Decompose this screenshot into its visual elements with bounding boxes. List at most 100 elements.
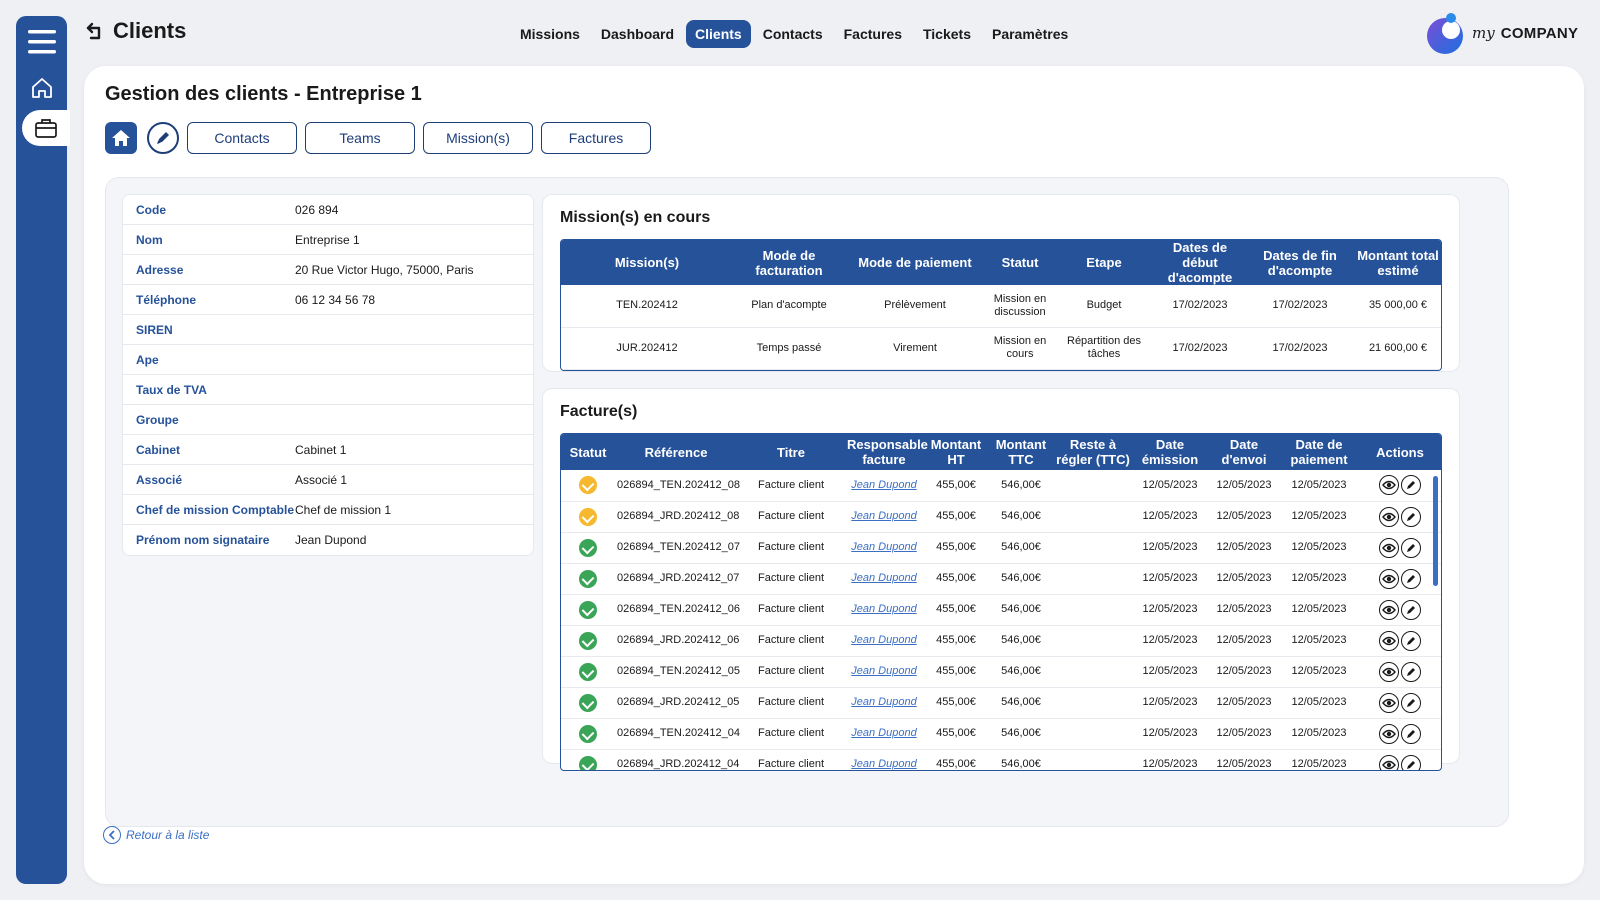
invoice-responsible-link[interactable]: Jean Dupond <box>845 563 923 595</box>
mission-col-header[interactable]: Mode de facturation <box>733 240 845 285</box>
invoice-row[interactable]: 026894_JRD.202412_08 Facture client Jean D… <box>561 501 1441 533</box>
invoice-responsible-link[interactable]: Jean Dupond <box>845 501 923 533</box>
invoice-row[interactable]: 026894_TEN.202412_08 Facture client Jean D… <box>561 470 1441 502</box>
info-value: 026 894 <box>295 202 339 217</box>
home-icon[interactable] <box>16 68 67 108</box>
pencil-icon[interactable] <box>1401 506 1421 527</box>
contacts-button[interactable]: Contacts <box>187 122 297 154</box>
invoice-row[interactable]: 026894_TEN.202412_06 Facture client Jean D… <box>561 594 1441 626</box>
home-button[interactable] <box>105 122 137 154</box>
pencil-icon[interactable] <box>1401 630 1421 651</box>
mission-col-header[interactable]: Montant total estimé <box>1353 240 1441 285</box>
invoice-responsible-link[interactable]: Jean Dupond <box>845 625 923 657</box>
invoice-responsible-link[interactable]: Jean Dupond <box>845 470 923 502</box>
mission-col-header[interactable]: Dates de début d'acompte <box>1153 240 1247 285</box>
invoice-responsible-link[interactable]: Jean Dupond <box>845 594 923 626</box>
eye-icon[interactable] <box>1379 599 1399 620</box>
invoice-row[interactable]: 026894_JRD.202412_07 Facture client Jean D… <box>561 563 1441 595</box>
scrollbar-thumb[interactable] <box>1433 476 1438 586</box>
nav-item-contacts[interactable]: Contacts <box>754 20 832 48</box>
nav-item-missions[interactable]: Missions <box>511 20 589 48</box>
eye-icon[interactable] <box>1379 692 1399 713</box>
briefcase-icon[interactable] <box>22 110 70 146</box>
invoice-col-header[interactable]: Montant TTC <box>989 434 1053 470</box>
invoice-responsible-link[interactable]: Jean Dupond <box>845 656 923 688</box>
invoice-responsible-link[interactable]: Jean Dupond <box>845 749 923 770</box>
nav-item-factures[interactable]: Factures <box>835 20 911 48</box>
invoice-col-header[interactable]: Date de paiement <box>1281 434 1357 470</box>
invoice-amount-ht: 455,00€ <box>923 656 989 688</box>
invoice-status-cell <box>561 656 615 688</box>
invoice-col-header[interactable]: Date d'envoi <box>1207 434 1281 470</box>
nav-item-clients[interactable]: Clients <box>686 20 751 48</box>
hamburger-menu-icon[interactable] <box>16 22 67 62</box>
invoice-actions <box>1357 470 1441 502</box>
invoice-col-header[interactable]: Montant HT <box>923 434 989 470</box>
back-to-list-link[interactable]: Retour à la liste <box>103 826 209 844</box>
eye-icon[interactable] <box>1379 568 1399 589</box>
pencil-icon[interactable] <box>1401 537 1421 558</box>
mission-cell: Budget <box>1055 285 1153 328</box>
mission-row[interactable]: TEN.202412 Plan d'acompte Prélèvement Missi… <box>561 285 1441 328</box>
invoice-responsible-link[interactable]: Jean Dupond <box>845 718 923 750</box>
teams-button[interactable]: Teams <box>305 122 415 154</box>
pencil-icon[interactable] <box>1401 754 1421 770</box>
eye-icon[interactable] <box>1379 754 1399 770</box>
pencil-icon[interactable] <box>1401 599 1421 620</box>
invoice-row[interactable]: 026894_TEN.202412_07 Facture client Jean D… <box>561 532 1441 564</box>
invoice-status-cell <box>561 687 615 719</box>
info-label: Téléphone <box>136 292 197 307</box>
invoice-row[interactable]: 026894_TEN.202412_04 Facture client Jean D… <box>561 718 1441 750</box>
invoice-status-cell <box>561 594 615 626</box>
mission-col-header[interactable]: Dates de fin d'acompte <box>1247 240 1353 285</box>
nav-item-tickets[interactable]: Tickets <box>914 20 980 48</box>
mission-row[interactable]: JUR.202412 Temps passé Virement Mission en … <box>561 327 1441 370</box>
eye-icon[interactable] <box>1379 537 1399 558</box>
top-nav: Missions Dashboard Clients Contacts Factures… <box>511 20 1080 48</box>
eye-icon[interactable] <box>1379 723 1399 744</box>
invoice-remaining <box>1053 625 1133 657</box>
info-value: Cabinet 1 <box>295 442 347 457</box>
invoice-row[interactable]: 026894_JRD.202412_04 Facture client Jean D… <box>561 749 1441 770</box>
eye-icon[interactable] <box>1379 475 1399 496</box>
invoice-row[interactable]: 026894_JRD.202412_06 Facture client Jean D… <box>561 625 1441 657</box>
pencil-icon[interactable] <box>1401 723 1421 744</box>
missions-button[interactable]: Mission(s) <box>423 122 533 154</box>
back-arrow-icon[interactable] <box>85 22 103 40</box>
invoice-col-header[interactable]: Statut <box>561 434 615 470</box>
pencil-icon[interactable] <box>1401 568 1421 589</box>
eye-icon[interactable] <box>1379 506 1399 527</box>
mission-col-header[interactable]: Statut <box>985 240 1055 285</box>
mission-col-header[interactable]: Etape <box>1055 240 1153 285</box>
mission-col-header[interactable]: Mission(s) <box>561 240 733 285</box>
invoice-col-header[interactable]: Reste à régler (TTC) <box>1053 434 1133 470</box>
eye-icon[interactable] <box>1379 661 1399 682</box>
info-value: 06 12 34 56 78 <box>295 292 376 307</box>
mission-col-header[interactable]: Mode de paiement <box>845 240 985 285</box>
invoice-responsible-link[interactable]: Jean Dupond <box>845 687 923 719</box>
nav-item-param-tres[interactable]: Paramètres <box>983 20 1077 48</box>
edit-button[interactable] <box>147 122 179 154</box>
invoice-date-emission: 12/05/2023 <box>1133 563 1207 595</box>
invoice-row[interactable]: 026894_TEN.202412_05 Facture client Jean D… <box>561 656 1441 688</box>
pencil-icon[interactable] <box>1401 661 1421 682</box>
info-row: Cabinet Cabinet 1 <box>123 435 533 465</box>
invoices-scroll-area[interactable]: 026894_TEN.202412_08 Facture client Jean D… <box>561 470 1441 770</box>
invoice-col-header[interactable]: Date émission <box>1133 434 1207 470</box>
factures-button[interactable]: Factures <box>541 122 651 154</box>
invoice-col-header[interactable]: Actions <box>1357 434 1441 470</box>
invoice-col-header[interactable]: Responsable facture <box>845 434 928 470</box>
invoice-responsible-link[interactable]: Jean Dupond <box>845 532 923 564</box>
invoice-col-header[interactable]: Titre <box>737 434 845 470</box>
invoice-title: Facture client <box>737 656 845 688</box>
nav-item-dashboard[interactable]: Dashboard <box>592 20 683 48</box>
invoice-date-envoi: 12/05/2023 <box>1207 625 1281 657</box>
invoice-col-header[interactable]: Référence <box>615 434 737 470</box>
mission-cell: 17/02/2023 <box>1247 327 1353 370</box>
pencil-icon[interactable] <box>1401 475 1421 496</box>
invoice-status-cell <box>561 532 615 564</box>
eye-icon[interactable] <box>1379 630 1399 651</box>
info-label: Adresse <box>136 262 184 277</box>
invoice-row[interactable]: 026894_JRD.202412_05 Facture client Jean D… <box>561 687 1441 719</box>
pencil-icon[interactable] <box>1401 692 1421 713</box>
